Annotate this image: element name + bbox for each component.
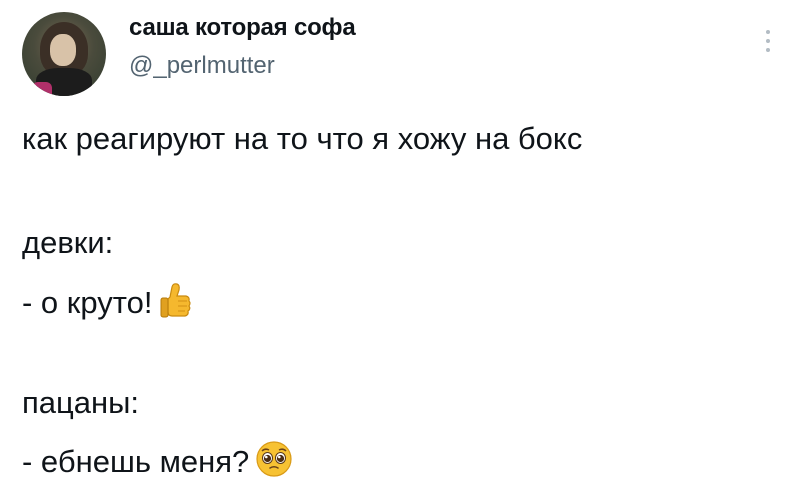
tweet-text-line: как реагируют на то что я хожу на бокс xyxy=(22,121,583,156)
tweet-text-line: девки: xyxy=(22,225,114,260)
tweet-text: - о круто! xyxy=(22,285,153,320)
tweet-text: - ебнешь меня? xyxy=(22,444,250,479)
more-vertical-icon[interactable] xyxy=(764,30,772,60)
author-display-name[interactable]: саша которая софа xyxy=(129,14,356,42)
avatar-jacket xyxy=(32,82,52,96)
avatar-face xyxy=(50,34,76,66)
tweet-text-line-with-emoji: - о круто! xyxy=(22,281,192,328)
tweet-card: саша которая софа @_perlmutter как реаги… xyxy=(0,0,800,496)
avatar[interactable] xyxy=(22,12,106,96)
author-handle[interactable]: @_perlmutter xyxy=(129,52,275,80)
tweet-text-line: пацаны: xyxy=(22,385,140,420)
thumbs-up-icon xyxy=(158,281,192,328)
pleading-face-icon xyxy=(255,440,293,487)
tweet-text-line-with-emoji: - ебнешь меня? xyxy=(22,440,293,487)
